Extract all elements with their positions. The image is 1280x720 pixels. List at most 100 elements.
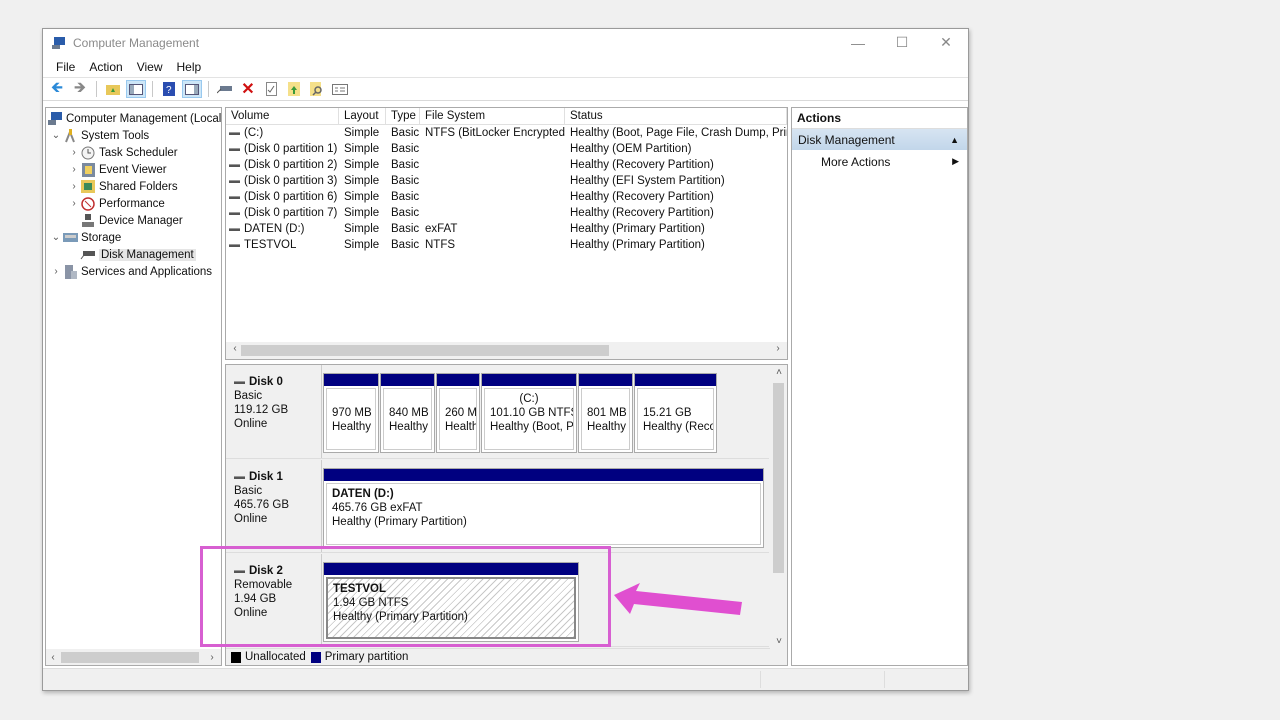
- tree-item-storage[interactable]: ⌄ Storage: [46, 229, 221, 246]
- volume-row[interactable]: (Disk 0 partition 2) Simple Basic Healthy (…: [226, 157, 787, 173]
- partition-block[interactable]: 15.21 GB Healthy (Reco: [634, 373, 717, 453]
- tree-item-task-scheduler[interactable]: › Task Scheduler: [46, 144, 221, 161]
- up-folder-icon[interactable]: [103, 80, 123, 98]
- volume-list-horizontal-scrollbar[interactable]: ‹ ›: [226, 342, 787, 359]
- volume-row[interactable]: (Disk 0 partition 7) Simple Basic Healthy (…: [226, 205, 787, 221]
- collapse-chevron-icon[interactable]: ⌄: [50, 130, 62, 141]
- partition-block[interactable]: 801 MB Healthy: [578, 373, 633, 453]
- scroll-left-icon[interactable]: ‹: [228, 343, 242, 354]
- expand-chevron-icon[interactable]: ›: [68, 181, 80, 192]
- tree-item-system-tools[interactable]: ⌄ System Tools: [46, 127, 221, 144]
- type-cell: Basic: [391, 223, 420, 235]
- scroll-down-icon[interactable]: ˅: [772, 636, 786, 647]
- tree-item-label: System Tools: [81, 129, 150, 142]
- menu-help[interactable]: Help: [170, 60, 209, 74]
- forward-icon[interactable]: 🡺: [70, 79, 90, 98]
- expand-chevron-icon[interactable]: ›: [68, 164, 80, 175]
- volume-row[interactable]: TESTVOL Simple Basic NTFS Healthy (Primary P…: [226, 237, 787, 253]
- disk-info[interactable]: Disk 1 Basic 465.76 GB Online: [226, 460, 322, 552]
- partition-status: Health: [445, 421, 477, 433]
- unallocated-swatch: [231, 651, 241, 663]
- back-icon[interactable]: 🡸: [47, 79, 67, 98]
- type-cell: Basic: [391, 175, 420, 187]
- partition-title: DATEN (D:): [332, 488, 394, 500]
- type-cell: Basic: [391, 159, 420, 171]
- submenu-arrow-icon: ▶: [952, 156, 959, 166]
- show-hide-tree-icon[interactable]: [126, 80, 146, 98]
- minimize-button[interactable]: —: [836, 29, 880, 56]
- scrollbar-thumb[interactable]: [61, 651, 199, 663]
- volume-row[interactable]: (Disk 0 partition 6) Simple Basic Healthy (…: [226, 189, 787, 205]
- partition-block[interactable]: 840 MB Healthy: [380, 373, 435, 453]
- partition-size: 970 MB: [332, 407, 372, 419]
- volume-row[interactable]: (C:) Simple Basic NTFS (BitLocker Encrypted…: [226, 125, 787, 141]
- partition-size: 465.76 GB exFAT: [332, 502, 423, 514]
- tree-item-services-and-applications[interactable]: › Services and Applications: [46, 263, 221, 280]
- scrollbar-thumb[interactable]: [241, 345, 609, 356]
- scroll-left-icon[interactable]: ‹: [46, 652, 60, 663]
- more-actions-label: More Actions: [821, 154, 891, 169]
- volume-list: Volume Layout Type File System Status (C…: [225, 107, 788, 360]
- disk-icon: [234, 475, 245, 479]
- scroll-right-icon[interactable]: ›: [205, 652, 219, 663]
- collapse-icon[interactable]: ▲: [950, 135, 959, 145]
- column-header-file-system[interactable]: File System: [420, 108, 565, 124]
- expand-chevron-icon[interactable]: ›: [50, 266, 62, 277]
- more-actions-item[interactable]: More Actions ▶: [792, 150, 967, 173]
- disk-view-vertical-scrollbar[interactable]: ˄ ˅: [770, 365, 787, 665]
- show-action-pane-icon[interactable]: [182, 80, 202, 98]
- open-icon[interactable]: [284, 80, 304, 98]
- tree-item-performance[interactable]: › Performance: [46, 195, 221, 212]
- search-icon[interactable]: [307, 80, 327, 98]
- tree-item-shared-folders[interactable]: › Shared Folders: [46, 178, 221, 195]
- disk-status: Online: [234, 513, 268, 525]
- layout-cell: Simple: [344, 191, 380, 203]
- maximize-button[interactable]: ☐: [880, 29, 924, 56]
- clock-icon: [80, 146, 96, 160]
- status-cell: Healthy (Primary Partition): [570, 223, 705, 235]
- volume-row[interactable]: DATEN (D:) Simple Basic exFAT Healthy (Prima…: [226, 221, 787, 237]
- volume-cell: TESTVOL: [226, 237, 339, 253]
- file-system-cell: [420, 173, 565, 189]
- column-header-status[interactable]: Status: [565, 108, 787, 124]
- volume-cell: (Disk 0 partition 1): [226, 141, 339, 157]
- delete-icon[interactable]: ✕: [238, 80, 258, 98]
- disk-icon: [234, 380, 245, 384]
- disk-info[interactable]: Disk 0 Basic 119.12 GB Online: [226, 365, 322, 458]
- column-header-volume[interactable]: Volume: [226, 108, 339, 124]
- tree-item-disk-management[interactable]: Disk Management: [46, 246, 221, 263]
- scroll-up-icon[interactable]: ˄: [772, 367, 786, 378]
- expand-chevron-icon[interactable]: ›: [68, 147, 80, 158]
- partition-block[interactable]: 970 MB Healthy: [323, 373, 379, 453]
- close-button[interactable]: ✕: [924, 29, 968, 56]
- menu-action[interactable]: Action: [82, 60, 129, 74]
- partition-block[interactable]: DATEN (D:) 465.76 GB exFAT Healthy (Primar…: [323, 468, 764, 548]
- help-icon[interactable]: ?: [159, 80, 179, 98]
- list-icon[interactable]: [330, 80, 350, 98]
- status-bar: [43, 668, 968, 690]
- partition-block[interactable]: 260 M Health: [436, 373, 480, 453]
- actions-section-disk-management[interactable]: Disk Management ▲: [792, 129, 967, 150]
- partition-block[interactable]: (C:) 101.10 GB NTFS (Healthy (Boot, P: [481, 373, 577, 453]
- properties-icon[interactable]: [261, 80, 281, 98]
- disk-row-disk-1: Disk 1 Basic 465.76 GB Online DATEN (D:) 465.…: [226, 460, 769, 553]
- column-header-layout[interactable]: Layout: [339, 108, 386, 124]
- scroll-right-icon[interactable]: ›: [771, 343, 785, 354]
- collapse-chevron-icon[interactable]: ⌄: [50, 232, 62, 243]
- tree-horizontal-scrollbar[interactable]: ‹ ›: [46, 649, 221, 665]
- expand-chevron-icon[interactable]: ›: [68, 198, 80, 209]
- volume-row[interactable]: (Disk 0 partition 3) Simple Basic Healthy (…: [226, 173, 787, 189]
- volume-cell: (C:): [226, 125, 339, 141]
- connect-drive-icon[interactable]: [215, 80, 235, 98]
- status-cell: Healthy (Recovery Partition): [570, 191, 714, 203]
- status-cell: Healthy (Primary Partition): [570, 239, 705, 251]
- volume-row[interactable]: (Disk 0 partition 1) Simple Basic Healthy (…: [226, 141, 787, 157]
- menu-file[interactable]: File: [49, 60, 82, 74]
- menu-view[interactable]: View: [130, 60, 170, 74]
- tree-item-device-manager[interactable]: Device Manager: [46, 212, 221, 229]
- scrollbar-thumb[interactable]: [773, 383, 784, 573]
- tree-item-computer-management-local[interactable]: Computer Management (Local: [46, 110, 221, 127]
- tree-item-event-viewer[interactable]: › Event Viewer: [46, 161, 221, 178]
- column-header-type[interactable]: Type: [386, 108, 420, 124]
- file-system-cell: [420, 205, 565, 221]
